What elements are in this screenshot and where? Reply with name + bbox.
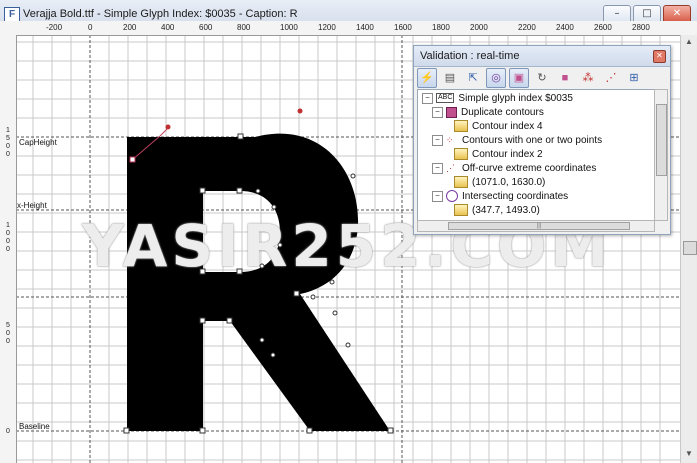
tree-item-label: Contours with one or two points — [462, 135, 603, 146]
tree-item-label: Contour index 2 — [472, 149, 543, 160]
tree-item[interactable]: − ⁘ Contours with one or two points — [432, 134, 602, 148]
intersect-icon[interactable]: ◎ — [486, 68, 506, 88]
extreme-points-icon: ⋰ — [446, 163, 455, 174]
ruler-tick: 1200 — [318, 23, 336, 32]
ruler-tick: 800 — [237, 23, 251, 32]
selected-icon[interactable]: ▣ — [509, 68, 529, 88]
issue-detail-icon — [454, 176, 468, 189]
validation-panel[interactable]: Validation : real-time ✕ ⚡ ▤ ⇱ ◎ ▣ ↻ ■ ⁂… — [413, 45, 671, 235]
capheight-label: CapHeight — [19, 138, 57, 147]
ruler-tick: 2000 — [470, 23, 488, 32]
scroll-up-arrow-icon[interactable]: ▲ — [683, 37, 695, 49]
ruler-tick: 400 — [161, 23, 175, 32]
tree-scrollbar-thumb[interactable] — [656, 104, 667, 176]
tree-item[interactable]: − Duplicate contours — [432, 106, 544, 120]
tree-vertical-scrollbar[interactable] — [654, 89, 668, 221]
collapse-icon[interactable]: − — [422, 92, 433, 104]
collapse-icon[interactable]: − — [432, 134, 443, 146]
ruler-tick: 200 — [123, 23, 137, 32]
issue-detail-icon — [454, 148, 468, 161]
intersect-icon — [446, 190, 458, 203]
tree-item-label: Off-curve extreme coordinates — [462, 163, 597, 174]
ruler-tick: 2800 — [632, 23, 650, 32]
validation-tree[interactable]: − ABC Simple glyph index $0035 − Duplicate … — [417, 89, 655, 221]
tree-item[interactable]: Contour index 4 — [454, 120, 543, 134]
collapse-icon[interactable]: − — [432, 162, 443, 174]
tree-item[interactable]: (347.7, 1493.0) — [454, 204, 540, 218]
ruler-tick: 1400 — [356, 23, 374, 32]
ruler-tick: 1800 — [432, 23, 450, 32]
tree-item-label: Contour index 4 — [472, 121, 543, 132]
tree-item-label: Intersecting coordinates — [462, 191, 569, 202]
tree-item-label: Simple glyph index $0035 — [458, 93, 573, 104]
grid-icon[interactable]: ⊞ — [624, 68, 644, 88]
contour-icon[interactable]: ■ — [555, 68, 575, 88]
lightning-icon[interactable]: ⚡ — [417, 68, 437, 88]
validation-panel-titlebar[interactable]: Validation : real-time ✕ — [414, 46, 670, 67]
issue-detail-icon — [454, 120, 468, 133]
tree-item[interactable]: (1071.0, 1630.0) — [454, 176, 545, 190]
extreme-icon[interactable]: ⋰ — [601, 68, 621, 88]
tree-horizontal-scrollbar[interactable]: ||| — [417, 220, 655, 232]
refresh-icon[interactable]: ↻ — [532, 68, 552, 88]
ruler-tick: 2200 — [518, 23, 536, 32]
export-icon[interactable]: ⇱ — [463, 68, 483, 88]
glyph-outline — [127, 133, 390, 431]
ruler-horizontal[interactable]: -200 0 200 400 600 800 1000 1200 1400 16… — [0, 21, 697, 36]
ruler-tick: 0 — [88, 23, 93, 32]
tree-item[interactable]: − ABC Simple glyph index $0035 — [422, 92, 573, 106]
duplicate-contour-icon — [446, 106, 457, 118]
points-icon: ⁘ — [446, 135, 454, 146]
tree-item-label: (347.7, 1493.0) — [472, 205, 540, 216]
ruler-vertical[interactable]: 1 5 0 0 1 0 0 0 5 0 0 0 — [0, 35, 17, 463]
canvas-vertical-scrollbar[interactable]: ▲ ▼ — [680, 35, 697, 463]
collapse-icon[interactable]: − — [432, 190, 443, 202]
ruler-tick: 2600 — [594, 23, 612, 32]
window-title: Verajja Bold.ttf - Simple Glyph Index: $… — [23, 8, 298, 20]
issue-detail-icon — [454, 204, 468, 217]
abc-glyph-icon: ABC — [436, 93, 455, 104]
validation-toolbar: ⚡ ▤ ⇱ ◎ ▣ ↻ ■ ⁂ ⋰ ⊞ — [417, 68, 667, 88]
ruler-tick: 1000 — [280, 23, 298, 32]
tree-item[interactable]: − ⋰ Off-curve extreme coordinates — [432, 162, 596, 176]
points-icon[interactable]: ⁂ — [578, 68, 598, 88]
tree-item[interactable]: Contour index 2 — [454, 148, 543, 162]
copy-icon[interactable]: ▤ — [440, 68, 460, 88]
baseline-label: Baseline — [19, 422, 50, 431]
collapse-icon[interactable]: − — [432, 106, 443, 118]
validation-panel-title: Validation : real-time — [420, 50, 520, 62]
ruler-tick: 600 — [199, 23, 213, 32]
xheight-label: x-Height — [17, 201, 47, 210]
validation-close-button[interactable]: ✕ — [653, 50, 666, 63]
ruler-tick: -200 — [46, 23, 63, 32]
scrollbar-thumb[interactable] — [683, 241, 697, 255]
tree-item[interactable]: − Intersecting coordinates — [432, 190, 568, 204]
ruler-tick: 1600 — [394, 23, 412, 32]
tree-item-label: (1071.0, 1630.0) — [472, 177, 546, 188]
scroll-down-arrow-icon[interactable]: ▼ — [683, 449, 695, 461]
tree-item-label: Duplicate contours — [461, 107, 544, 118]
tree-hscroll-thumb[interactable]: ||| — [448, 222, 630, 230]
ruler-tick: 2400 — [556, 23, 574, 32]
